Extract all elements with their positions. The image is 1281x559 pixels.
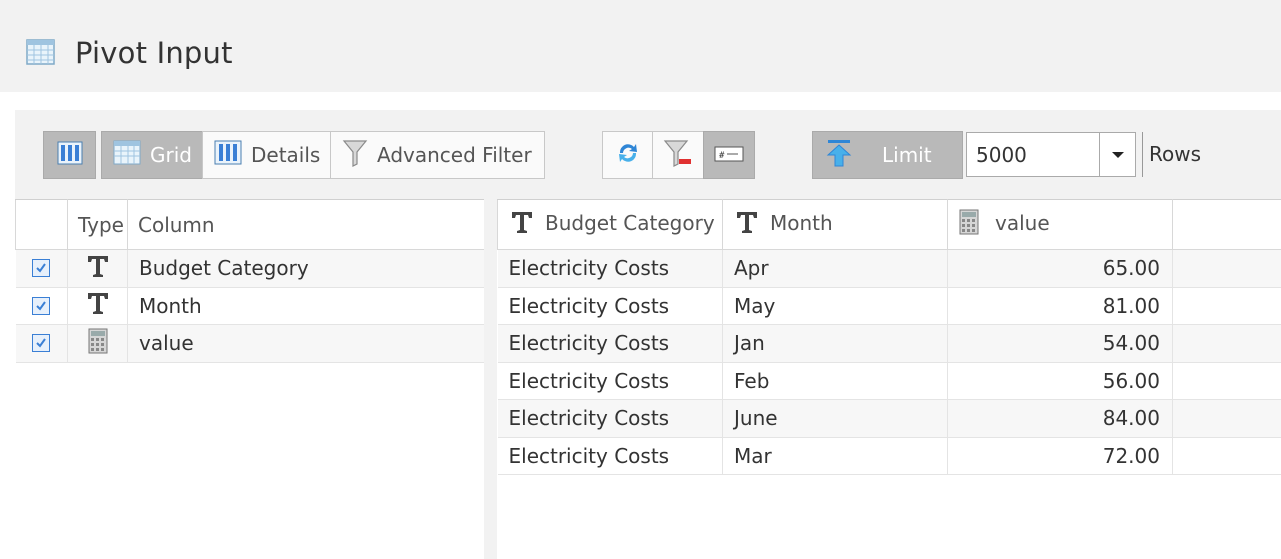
cell-month: May <box>722 287 948 325</box>
grid-header-filler <box>1172 199 1281 250</box>
cell-value: 81.00 <box>947 287 1173 325</box>
row-number-toggle[interactable]: # <box>703 131 755 179</box>
details-icon <box>214 140 242 170</box>
tab-grid[interactable]: Grid <box>101 131 203 179</box>
column-checkbox[interactable] <box>32 296 51 315</box>
cell-budget-category: Electricity Costs <box>497 437 723 475</box>
cell-filler <box>1172 249 1281 288</box>
cell-month: Jan <box>722 324 948 363</box>
page-header: Pivot Input <box>0 0 1281 92</box>
refresh-icon <box>614 139 642 172</box>
cell-budget-category: Electricity Costs <box>497 399 723 438</box>
funnel-icon <box>342 139 368 172</box>
cell-value: 84.00 <box>947 399 1173 438</box>
columns-icon <box>57 141 83 170</box>
grid-header-month[interactable]: Month <box>722 199 948 250</box>
column-row-budget-category[interactable]: Budget Category <box>15 249 485 288</box>
cell-month: Apr <box>722 249 948 288</box>
svg-text:#: # <box>719 151 725 161</box>
table-row[interactable]: Electricity Costs June 84.00 <box>497 399 1281 438</box>
column-name: Month <box>127 287 485 325</box>
tab-advanced-filter[interactable]: Advanced Filter <box>330 131 545 179</box>
layout-toggle-button[interactable] <box>43 131 96 179</box>
tab-details[interactable]: Details <box>202 131 331 179</box>
text-type-icon <box>85 253 111 284</box>
column-checkbox[interactable] <box>32 334 51 353</box>
clear-filter-button[interactable] <box>652 131 704 179</box>
cell-filler <box>1172 362 1281 400</box>
table-row[interactable]: Electricity Costs Mar 72.00 <box>497 437 1281 475</box>
columns-panel: Type Column Budget Category Month value <box>15 199 485 559</box>
cell-value: 54.00 <box>947 324 1173 363</box>
cell-budget-category: Electricity Costs <box>497 287 723 325</box>
text-type-icon <box>85 290 111 321</box>
page-title: Pivot Input <box>75 36 233 70</box>
cell-value: 72.00 <box>947 437 1173 475</box>
select-column-header <box>15 199 68 250</box>
grid-icon <box>113 140 141 170</box>
columns-table: Type Column Budget Category Month value <box>15 199 485 363</box>
toolbar: Grid Details Advanced Filter # Limit 500… <box>15 110 1281 199</box>
panel-splitter[interactable] <box>484 199 497 559</box>
cell-month: June <box>722 399 948 438</box>
column-name-header[interactable]: Column <box>127 199 485 250</box>
calculator-icon <box>959 209 979 240</box>
text-type-icon <box>734 209 760 240</box>
clear-filter-icon <box>663 138 693 173</box>
text-type-icon <box>509 209 535 240</box>
column-row-month[interactable]: Month <box>15 287 485 325</box>
cell-filler <box>1172 324 1281 363</box>
cell-value: 65.00 <box>947 249 1173 288</box>
calculator-icon <box>88 328 108 359</box>
table-row[interactable]: Electricity Costs Feb 56.00 <box>497 362 1281 400</box>
cell-budget-category: Electricity Costs <box>497 249 723 288</box>
table-row[interactable]: Electricity Costs Jan 54.00 <box>497 324 1281 363</box>
data-grid: Budget Category Month value Electricity … <box>497 199 1281 475</box>
cell-budget-category: Electricity Costs <box>497 362 723 400</box>
grid-header-budget-category[interactable]: Budget Category <box>497 199 723 250</box>
cell-value: 56.00 <box>947 362 1173 400</box>
column-name: value <box>127 324 485 363</box>
columns-header-row: Type Column <box>15 199 485 250</box>
limit-button[interactable]: Limit <box>812 131 963 179</box>
upload-arrow-icon <box>826 138 852 173</box>
row-number-icon: # <box>714 143 744 167</box>
cell-filler <box>1172 437 1281 475</box>
column-row-value[interactable]: value <box>15 324 485 363</box>
rows-label: Rows <box>1142 132 1201 177</box>
chevron-down-icon <box>1111 151 1124 158</box>
cell-budget-category: Electricity Costs <box>497 324 723 363</box>
cell-filler <box>1172 399 1281 438</box>
type-column-header[interactable]: Type <box>67 199 128 250</box>
column-checkbox[interactable] <box>32 259 51 278</box>
cell-month: Mar <box>722 437 948 475</box>
table-row[interactable]: Electricity Costs May 81.00 <box>497 287 1281 325</box>
refresh-button[interactable] <box>602 131 653 179</box>
cell-filler <box>1172 287 1281 325</box>
limit-dropdown-button[interactable] <box>1099 133 1135 176</box>
grid-header-row: Budget Category Month value <box>497 199 1281 250</box>
cell-month: Feb <box>722 362 948 400</box>
grid-header-value[interactable]: value <box>947 199 1173 250</box>
column-name: Budget Category <box>127 249 485 288</box>
data-grid-panel: Budget Category Month value Electricity … <box>497 199 1281 559</box>
table-row[interactable]: Electricity Costs Apr 65.00 <box>497 249 1281 288</box>
limit-input[interactable]: 5000 <box>966 132 1136 177</box>
table-icon <box>26 39 55 65</box>
